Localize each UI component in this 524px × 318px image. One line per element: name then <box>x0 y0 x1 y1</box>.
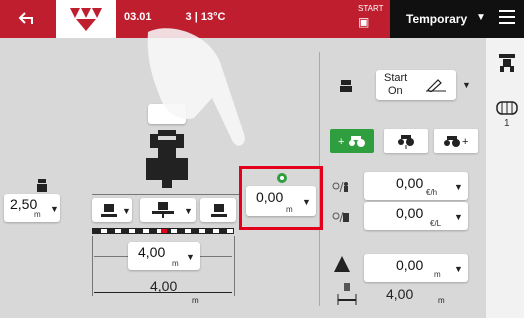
working-width-value: 4,00 <box>138 244 166 260</box>
mode-add-button[interactable]: + <box>330 129 374 153</box>
fuel-cost-value: 0,00 <box>396 205 424 221</box>
width-left-tick <box>92 236 93 296</box>
implement-sections-bar <box>92 228 234 234</box>
implement-top-line <box>92 194 240 195</box>
back-button[interactable] <box>8 5 46 33</box>
pen-edit-icon <box>426 79 446 92</box>
implement-right-dropdown[interactable] <box>200 198 236 222</box>
tractor-forward-icon: + <box>444 136 468 148</box>
implement-left-dropdown[interactable]: ▼ <box>92 198 132 222</box>
start-label: START <box>358 4 384 13</box>
right-side-panel <box>486 38 524 318</box>
chevron-down-icon: ▼ <box>454 264 463 274</box>
area-value: 0,00 <box>396 257 424 273</box>
chevron-down-icon: ▼ <box>122 206 131 216</box>
chevron-down-icon: ▼ <box>454 212 463 222</box>
left-tractor-icon <box>37 179 47 192</box>
mode-forward-button[interactable]: + <box>434 129 478 153</box>
back-arrow-icon <box>18 12 33 24</box>
start-record-button[interactable]: START ▣ <box>358 4 390 34</box>
triple-triangle-logo-icon <box>70 8 102 31</box>
start-mode-line1: Start <box>384 72 408 84</box>
hourly-cost-dropdown[interactable]: 0,00 €/h ▼ <box>364 172 468 200</box>
hourly-cost-unit: €/h <box>426 188 438 197</box>
chevron-down-icon: ▼ <box>184 206 193 216</box>
implement-center-icon <box>152 202 174 218</box>
tractor-add-icon: + <box>338 136 365 148</box>
working-width-unit: m <box>172 259 179 268</box>
area-unit: m <box>434 270 441 279</box>
highlight-box <box>239 166 323 230</box>
left-offset-unit: m <box>34 210 41 219</box>
field-number: 1 <box>504 118 510 129</box>
total-width-unit: m <box>438 296 445 305</box>
center-marker <box>161 229 167 233</box>
chevron-down-icon: ▼ <box>186 252 195 262</box>
start-mode-line2: On <box>388 85 403 97</box>
brand-logo <box>56 0 116 38</box>
svg-text:+: + <box>462 136 468 148</box>
width-measure-icon <box>337 283 357 305</box>
implement-right-icon <box>211 204 227 217</box>
start-mode-dropdown[interactable]: Start On <box>376 70 456 100</box>
person-cost-icon <box>332 181 348 193</box>
working-width-dropdown[interactable]: 4,00 m ▼ <box>128 242 200 270</box>
mode-center-button[interactable] <box>384 129 428 153</box>
svg-text:+: + <box>338 136 344 148</box>
left-offset-dropdown[interactable]: 2,50 m ▼ <box>4 194 60 222</box>
hamburger-menu-icon[interactable] <box>499 10 515 24</box>
implement-left-icon <box>101 204 117 217</box>
total-width-value: 4,00 <box>386 286 414 302</box>
hourly-cost-value: 0,00 <box>396 175 424 191</box>
pointing-hand-overlay <box>147 28 245 146</box>
implement-width-unit: m <box>192 296 199 305</box>
fuel-cost-unit: €/L <box>430 219 442 228</box>
tractor-small-icon <box>340 80 352 92</box>
chevron-down-icon: ▼ <box>454 182 463 192</box>
area-icon <box>334 256 350 272</box>
chevron-down-icon[interactable]: ▼ <box>476 12 486 23</box>
implement-width-value: 4,00 <box>150 278 178 294</box>
chevron-down-icon: ▼ <box>50 204 59 214</box>
tractor-center-icon <box>398 135 414 149</box>
save-icon: ▣ <box>358 15 370 29</box>
fuel-cost-icon <box>332 211 349 223</box>
area-dropdown[interactable]: 0,00 m ▼ <box>364 254 468 282</box>
width-right-tick <box>234 236 235 296</box>
implement-center-dropdown[interactable]: ▼ <box>140 198 196 222</box>
tractor-implement-icon[interactable] <box>497 52 517 74</box>
chevron-down-icon[interactable]: ▼ <box>462 80 471 90</box>
fuel-cost-dropdown[interactable]: 0,00 €/L ▼ <box>364 202 468 230</box>
profile-selector-label[interactable]: Temporary <box>406 12 467 26</box>
